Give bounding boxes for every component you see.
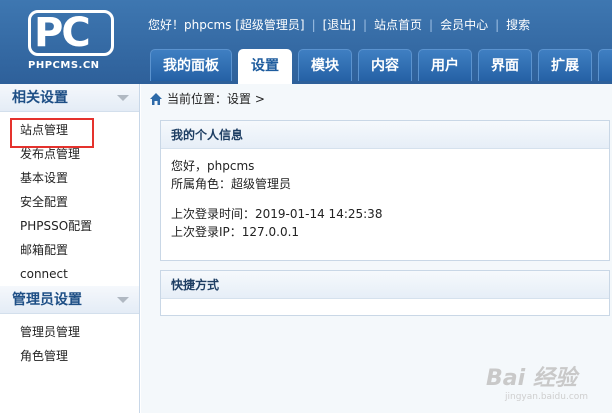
top-links: 您好！phpcms [超级管理员] | [退出] | 站点首页 | 会员中心 |… (148, 16, 530, 33)
logout-link[interactable]: [退出] (323, 16, 356, 33)
search-link[interactable]: 搜索 (506, 16, 530, 33)
top-header: PC PHPCMS.CN 您好！phpcms [超级管理员] | [退出] | … (0, 0, 612, 84)
collapse-arrow-icon[interactable] (117, 297, 129, 303)
panel-body: 您好，phpcms 所属角色：超级管理员 上次登录时间：2019-01-14 1… (161, 149, 609, 249)
tab-settings[interactable]: 设置 (238, 49, 292, 84)
sidebar-item-mail-config[interactable]: 邮箱配置 (0, 238, 139, 262)
separator: | (311, 17, 316, 32)
tab-users[interactable]: 用户 (418, 49, 472, 81)
role-text: 所属角色：超级管理员 (171, 177, 292, 191)
main-nav-tabs: 我的面板 设置 模块 内容 用户 界面 扩展 p (150, 49, 612, 84)
home-icon[interactable] (149, 92, 163, 106)
user-greeting: 您好！phpcms [超级管理员] (148, 18, 305, 32)
sidebar-item-connect[interactable]: connect (0, 262, 139, 286)
tab-more[interactable]: p (598, 49, 612, 81)
separator: | (495, 17, 500, 32)
sidebar-section-admin-settings[interactable]: 管理员设置 (0, 286, 139, 314)
logo-text: PHPCMS.CN (28, 60, 100, 71)
sidebar-item-role-management[interactable]: 角色管理 (0, 344, 139, 368)
breadcrumb: 当前位置：设置 > (149, 90, 265, 108)
logo-letters: PC (34, 10, 91, 56)
tab-content[interactable]: 内容 (358, 49, 412, 81)
phpcms-logo[interactable]: PC PHPCMS.CN (28, 10, 114, 74)
sidebar-item-admin-management[interactable]: 管理员管理 (0, 320, 139, 344)
sidebar-item-site-management[interactable]: 站点管理 (0, 118, 139, 148)
tab-extensions[interactable]: 扩展 (538, 49, 592, 81)
panel-title: 我的个人信息 (161, 121, 609, 149)
sidebar-section-related-settings[interactable]: 相关设置 (0, 84, 139, 112)
last-login-ip: 上次登录IP：127.0.0.1 (171, 225, 300, 239)
collapse-arrow-icon[interactable] (117, 95, 129, 101)
separator: | (429, 17, 434, 32)
shortcuts-panel: 快捷方式 (160, 270, 610, 316)
sidebar-item-phpsso-config[interactable]: PHPSSO配置 (0, 214, 139, 238)
member-center-link[interactable]: 会员中心 (440, 16, 488, 33)
last-login-time: 上次登录时间：2019-01-14 14:25:38 (171, 207, 383, 221)
left-sidebar: 相关设置 站点管理 发布点管理 基本设置 安全配置 PHPSSO配置 邮箱配置 … (0, 84, 140, 413)
panel-title: 快捷方式 (161, 271, 609, 299)
greeting-text: 您好，phpcms (171, 159, 255, 173)
separator: | (362, 17, 368, 32)
tab-interface[interactable]: 界面 (478, 49, 532, 81)
tab-my-panel[interactable]: 我的面板 (150, 49, 232, 81)
baidu-watermark: Bai 经验 (486, 366, 577, 391)
personal-info-panel: 我的个人信息 您好，phpcms 所属角色：超级管理员 上次登录时间：2019-… (160, 120, 610, 261)
sidebar-item-security-config[interactable]: 安全配置 (0, 190, 139, 214)
breadcrumb-text: 当前位置：设置 > (167, 92, 265, 106)
tab-modules[interactable]: 模块 (298, 49, 352, 81)
sidebar-item-publish-point[interactable]: 发布点管理 (0, 142, 139, 166)
sidebar-item-basic-settings[interactable]: 基本设置 (0, 166, 139, 190)
baidu-watermark-url: jingyan.baidu.com (505, 392, 589, 402)
sidebar-section-title: 相关设置 (12, 90, 68, 106)
sidebar-section-title: 管理员设置 (12, 292, 82, 308)
site-home-link[interactable]: 站点首页 (374, 16, 422, 33)
